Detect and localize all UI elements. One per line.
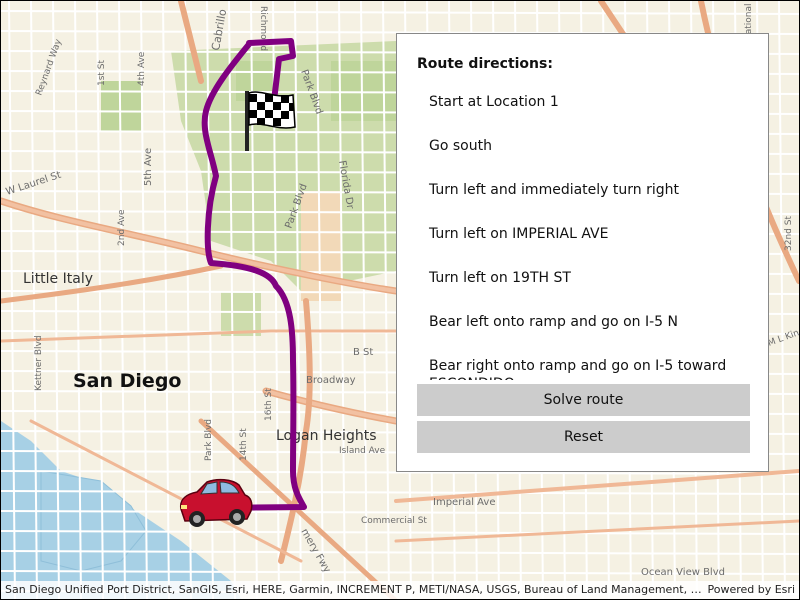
label-5th-ave: 5th Ave (143, 148, 154, 186)
attribution-text: San Diego Unified Port District, SanGIS,… (5, 583, 705, 596)
label-broadway: Broadway (306, 375, 356, 386)
label-14th-st: 14th St (239, 428, 249, 461)
direction-item[interactable]: Turn left and immediately turn right (417, 172, 752, 216)
reset-button[interactable]: Reset (417, 421, 750, 453)
direction-item[interactable]: Bear left onto ramp and go on I-5 N (417, 304, 752, 348)
label-park-blvd-3: Park Blvd (204, 419, 214, 461)
label-imperial-ave: Imperial Ave (433, 497, 496, 508)
label-4th-ave: 4th Ave (137, 51, 147, 86)
label-san-diego: San Diego (73, 370, 181, 392)
panel-title: Route directions: (417, 56, 553, 72)
label-island-ave: Island Ave (339, 446, 386, 456)
direction-item[interactable]: Start at Location 1 (417, 84, 752, 128)
directions-list[interactable]: Start at Location 1 Go south Turn left a… (417, 84, 752, 380)
label-ocean-view: Ocean View Blvd (641, 567, 725, 578)
label-1st-st: 1st St (97, 59, 107, 86)
direction-item[interactable]: Go south (417, 128, 752, 172)
direction-item[interactable]: Turn left on 19TH ST (417, 260, 752, 304)
powered-by-esri[interactable]: Powered by Esri (707, 581, 795, 599)
solve-route-button[interactable]: Solve route (417, 384, 750, 416)
label-2nd-ave: 2nd Ave (117, 209, 127, 246)
label-b-st: B St (353, 347, 373, 358)
direction-item[interactable]: Turn left on IMPERIAL AVE (417, 216, 752, 260)
label-kettner: Kettner Blvd (34, 335, 44, 391)
direction-item[interactable]: Bear right onto ramp and go on I-5 towar… (417, 348, 752, 380)
label-16th-st: 16th St (264, 388, 274, 421)
app-window: San Diego Little Italy Logan Heights W L… (0, 0, 800, 600)
label-32nd: 32nd St (784, 216, 794, 251)
park-sand (301, 191, 341, 301)
label-little-italy: Little Italy (23, 271, 93, 287)
label-commercial-st: Commercial St (361, 516, 427, 526)
map-attribution: San Diego Unified Port District, SanGIS,… (1, 581, 799, 599)
route-directions-panel: Route directions: Start at Location 1 Go… (396, 33, 769, 472)
